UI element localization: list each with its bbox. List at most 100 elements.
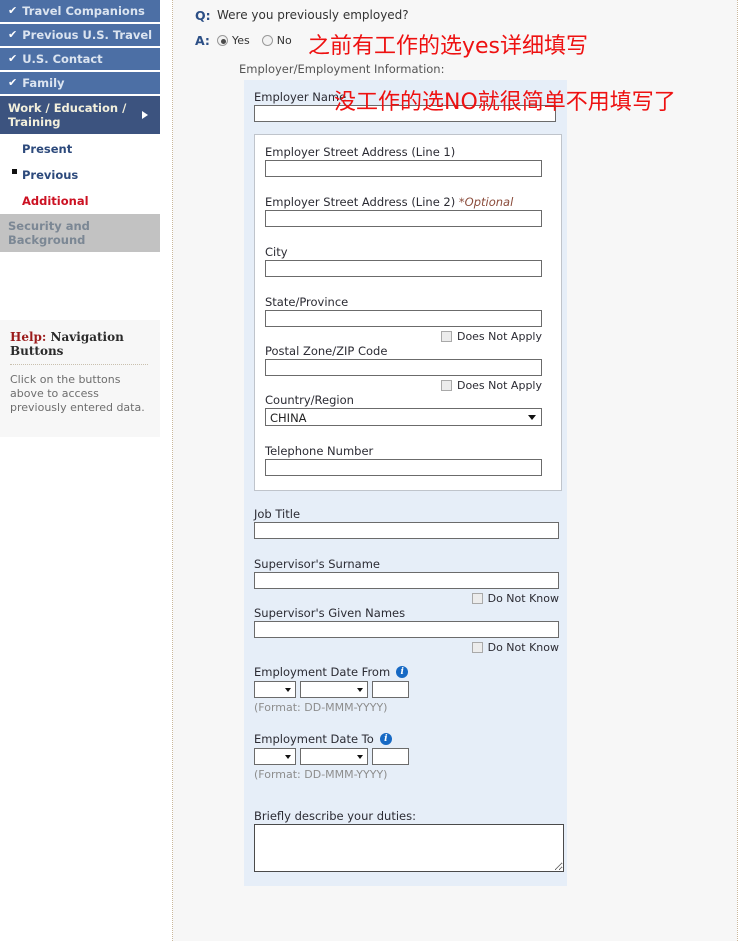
arrow-right-icon: [142, 111, 148, 119]
employment-date-to-month-select[interactable]: [300, 748, 368, 765]
sidebar-item-us-contact[interactable]: ✔ U.S. Contact: [0, 48, 160, 70]
duties-textarea[interactable]: [254, 824, 564, 872]
sidebar-item-label: Previous U.S. Travel: [22, 28, 153, 42]
postal-does-not-apply-checkbox[interactable]: [440, 380, 452, 391]
chevron-down-icon: [528, 415, 536, 420]
sidebar-item-work-education-training[interactable]: Work / Education / Training: [0, 96, 160, 134]
state-province-input[interactable]: [265, 310, 542, 327]
state-does-not-apply-row[interactable]: Does Not Apply: [265, 330, 542, 343]
sidebar-item-family[interactable]: ✔ Family: [0, 72, 160, 94]
supervisor-surname-do-not-know-label: Do Not Know: [487, 592, 559, 605]
main-content: Q: Were you previously employed? A: Yes …: [173, 0, 737, 941]
supervisor-surname-do-not-know-row[interactable]: Do Not Know: [254, 592, 559, 605]
help-panel: Help: Navigation Buttons Click on the bu…: [0, 320, 160, 437]
question-row: Q: Were you previously employed?: [195, 8, 737, 23]
job-title-input[interactable]: [254, 522, 559, 539]
sidebar-item-security-and-background: Security and Background: [0, 214, 160, 252]
current-page-bullet-icon: [12, 169, 17, 174]
sidebar-item-label: U.S. Contact: [22, 52, 103, 66]
employment-date-from-row: [254, 681, 557, 698]
city-input[interactable]: [265, 260, 542, 277]
radio-yes-label: Yes: [232, 34, 250, 47]
chevron-down-icon: [357, 688, 363, 692]
sidebar-subitem-previous[interactable]: Previous: [0, 162, 160, 188]
employment-date-to-year-input[interactable]: [372, 748, 409, 765]
sidebar-subitem-additional[interactable]: Additional: [0, 188, 160, 214]
info-icon[interactable]: i: [379, 733, 392, 745]
address-line1-input[interactable]: [265, 160, 542, 177]
state-does-not-apply-label: Does Not Apply: [456, 330, 542, 343]
postal-does-not-apply-row[interactable]: Does Not Apply: [265, 379, 542, 392]
country-region-label: Country/Region: [265, 393, 354, 407]
radio-no-label: No: [276, 34, 292, 47]
sidebar: ✔ Travel Companions ✔ Previous U.S. Trav…: [0, 0, 160, 941]
check-icon: ✔: [8, 28, 18, 41]
job-title-label: Job Title: [254, 507, 301, 521]
job-details-area: Job Title Supervisor's Surname Do Not Kn…: [244, 507, 567, 876]
telephone-number-label: Telephone Number: [265, 444, 374, 458]
supervisor-surname-input[interactable]: [254, 572, 559, 589]
sidebar-item-previous-us-travel[interactable]: ✔ Previous U.S. Travel: [0, 24, 160, 46]
employment-date-from-format-note: (Format: DD-MMM-YYYY): [254, 701, 388, 714]
help-body-text: Click on the buttons above to access pre…: [10, 373, 145, 414]
answer-marker: A:: [195, 33, 210, 48]
employer-information-panel: Employer Name Employer Street Address (L…: [244, 80, 567, 886]
employment-date-to-day-select[interactable]: [254, 748, 296, 765]
radio-option-yes[interactable]: Yes: [217, 34, 250, 47]
city-label: City: [265, 245, 288, 259]
employment-date-to-label: Employment Date To: [254, 732, 374, 746]
address-line2-input[interactable]: [265, 210, 542, 227]
employment-date-from-label-row: Employment Date From i: [254, 665, 557, 679]
check-icon: ✔: [8, 76, 18, 89]
state-does-not-apply-checkbox[interactable]: [440, 331, 452, 342]
address-line2-optional-tag: *Optional: [458, 195, 514, 209]
employment-date-from-month-select[interactable]: [300, 681, 368, 698]
ceac-visa-form-page: ✔ Travel Companions ✔ Previous U.S. Trav…: [0, 0, 756, 941]
sidebar-subitem-label: Additional: [22, 194, 89, 208]
country-region-selected-value: CHINA: [270, 411, 307, 425]
address-line2-label: Employer Street Address (Line 2) *Option…: [265, 195, 551, 209]
employment-date-from-day-select[interactable]: [254, 681, 296, 698]
sidebar-item-label: Work / Education / Training: [8, 101, 127, 129]
radio-yes-icon[interactable]: [217, 35, 228, 46]
employment-date-to-label-row: Employment Date To i: [254, 732, 557, 746]
chevron-down-icon: [357, 755, 363, 759]
supervisor-given-do-not-know-label: Do Not Know: [487, 641, 559, 654]
sidebar-subitem-label: Previous: [22, 168, 79, 182]
supervisor-surname-do-not-know-checkbox[interactable]: [471, 593, 483, 604]
section-heading: Employer/Employment Information:: [239, 62, 445, 76]
sidebar-item-travel-companions[interactable]: ✔ Travel Companions: [0, 0, 160, 22]
help-title-highlight: Help:: [10, 330, 47, 344]
sidebar-subitem-present[interactable]: Present: [0, 136, 160, 162]
duties-label: Briefly describe your duties:: [254, 809, 416, 823]
check-icon: ✔: [8, 52, 18, 65]
annotation-yes-branch: 之前有工作的选yes详细填写: [308, 34, 589, 59]
postal-code-label: Postal Zone/ZIP Code: [265, 344, 388, 358]
employment-date-from-year-input[interactable]: [372, 681, 409, 698]
help-title: Help: Navigation Buttons: [10, 330, 148, 365]
sidebar-item-label: Family: [22, 76, 65, 90]
sidebar-subitem-label: Present: [22, 142, 73, 156]
employment-date-from-label: Employment Date From: [254, 665, 391, 679]
divider-right: [737, 0, 738, 941]
country-region-select[interactable]: CHINA: [265, 408, 542, 426]
check-icon: ✔: [8, 4, 18, 17]
radio-option-no[interactable]: No: [261, 34, 292, 47]
previously-employed-radio-group[interactable]: Yes No: [217, 34, 304, 47]
postal-code-input[interactable]: [265, 359, 542, 376]
info-icon[interactable]: i: [396, 666, 409, 678]
supervisor-given-do-not-know-checkbox[interactable]: [471, 642, 483, 653]
annotation-no-branch: 没工作的选NO就很简单不用填写了: [334, 90, 676, 115]
question-marker: Q:: [195, 8, 211, 23]
address-line1-label: Employer Street Address (Line 1): [265, 145, 456, 159]
state-province-label: State/Province: [265, 295, 349, 309]
chevron-down-icon: [285, 755, 291, 759]
supervisor-given-do-not-know-row[interactable]: Do Not Know: [254, 641, 559, 654]
sidebar-item-label: Travel Companions: [22, 4, 145, 18]
supervisor-surname-label: Supervisor's Surname: [254, 557, 380, 571]
employer-address-box: Employer Street Address (Line 1) Employe…: [254, 134, 562, 491]
employment-date-to-row: [254, 748, 557, 765]
supervisor-given-names-input[interactable]: [254, 621, 559, 638]
radio-no-icon[interactable]: [261, 35, 273, 46]
telephone-number-input[interactable]: [265, 459, 542, 476]
